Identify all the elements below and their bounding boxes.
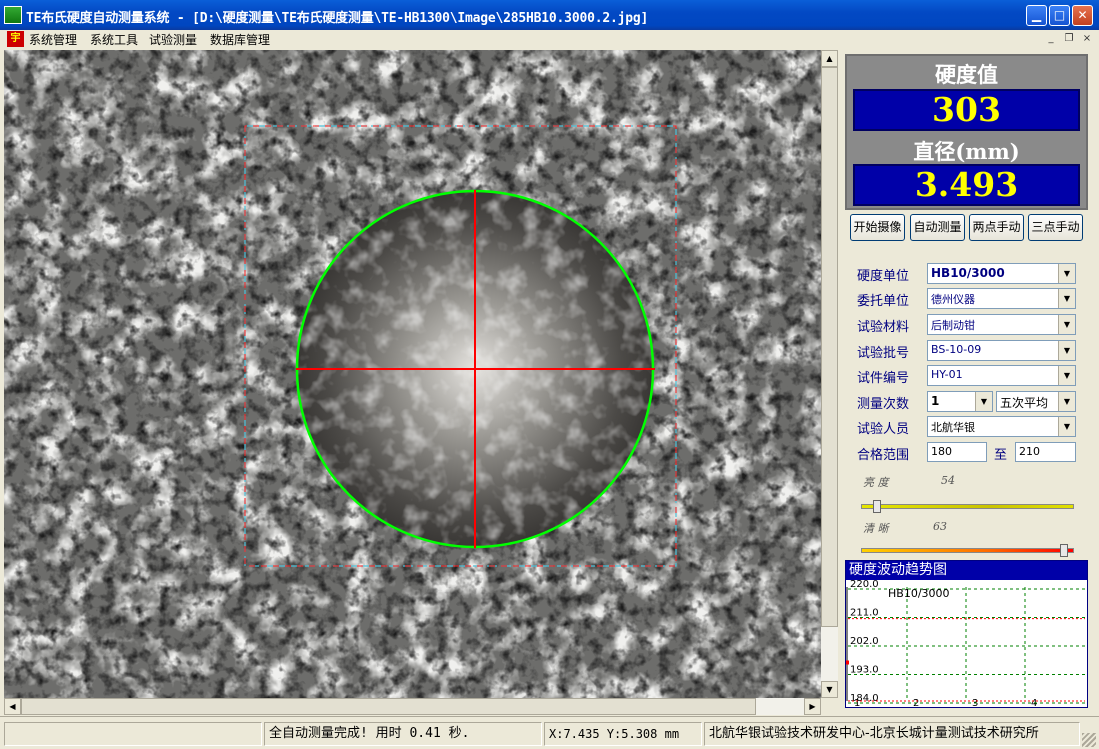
- status-cell-empty: [4, 722, 262, 746]
- batch-value: BS-10-09: [931, 343, 982, 356]
- chevron-down-icon[interactable]: ▼: [975, 392, 992, 411]
- specimen-select[interactable]: HY-01 ▼: [927, 365, 1076, 386]
- clarity-label: 清 晰: [863, 522, 889, 535]
- range-separator: 至: [994, 448, 1008, 463]
- batch-select[interactable]: BS-10-09 ▼: [927, 340, 1076, 361]
- brightness-slider-thumb[interactable]: [873, 500, 882, 513]
- scroll-left-arrow[interactable]: ◀: [4, 698, 21, 715]
- axis-marker: [846, 660, 849, 665]
- chevron-down-icon[interactable]: ▼: [1058, 366, 1075, 385]
- menu-test-measurement[interactable]: 试验测量: [149, 31, 197, 48]
- average-mode-select[interactable]: 五次平均 ▼: [996, 391, 1076, 412]
- batch-label: 试验批号: [857, 346, 910, 361]
- hardness-unit-value: HB10/3000: [931, 266, 1005, 280]
- start-camera-button[interactable]: 开始摄像: [850, 214, 905, 241]
- client-label: 委托单位: [857, 294, 910, 309]
- readout-box: 硬度值 303 直径(mm) 3.493: [845, 54, 1088, 210]
- specimen-label: 试件编号: [857, 371, 910, 386]
- trend-chart: 硬度波动趋势图 1234220.0211.0202.0193.0184.0HB1…: [845, 560, 1088, 708]
- vertical-scroll-thumb[interactable]: [821, 67, 838, 627]
- mdi-close-button[interactable]: ×: [1079, 32, 1095, 46]
- operator-select[interactable]: 北航华银 ▼: [927, 416, 1076, 437]
- menu-system-management[interactable]: 系统管理: [29, 31, 77, 48]
- status-coordinates: X:7.435 Y:5.308 mm: [544, 722, 702, 746]
- count-select[interactable]: 1 ▼: [927, 391, 993, 412]
- y-tick-label: 184.0: [850, 693, 879, 704]
- control-panel: 硬度值 303 直径(mm) 3.493 开始摄像 自动测量 两点手动 三点手动…: [845, 54, 1088, 714]
- mdi-restore-button[interactable]: ❐: [1061, 32, 1077, 46]
- horizontal-scrollbar[interactable]: ◀ ▶: [4, 698, 821, 715]
- y-tick-label: 202.0: [850, 636, 879, 647]
- horizontal-scroll-thumb[interactable]: [21, 698, 756, 715]
- app-icon[interactable]: [4, 6, 22, 24]
- resize-grip[interactable]: [1082, 733, 1096, 747]
- trend-chart-plot: 1234220.0211.0202.0193.0184.0HB10/3000: [846, 580, 1085, 707]
- two-point-manual-button[interactable]: 两点手动: [969, 214, 1024, 241]
- brightness-number: 54: [941, 474, 955, 487]
- y-tick-label: 220.0: [850, 580, 879, 590]
- scroll-down-arrow[interactable]: ▼: [821, 681, 838, 698]
- menu-logo-icon[interactable]: 宇: [7, 31, 24, 47]
- range-max-input[interactable]: 210: [1015, 442, 1076, 462]
- operator-label: 试验人员: [857, 422, 910, 437]
- chevron-down-icon[interactable]: ▼: [1058, 392, 1075, 411]
- count-label: 测量次数: [857, 397, 910, 412]
- chevron-down-icon[interactable]: ▼: [1058, 264, 1075, 283]
- hardness-unit-label: 硬度单位: [857, 269, 910, 284]
- specimen-value: HY-01: [931, 368, 963, 381]
- client-select[interactable]: 德州仪器 ▼: [927, 288, 1076, 309]
- chevron-down-icon[interactable]: ▼: [1058, 417, 1075, 436]
- chevron-down-icon[interactable]: ▼: [1058, 341, 1075, 360]
- diameter-value: 3.493: [853, 164, 1080, 206]
- menu-bar: 宇 系统管理 系统工具 试验测量 数据库管理: [0, 30, 1099, 48]
- scroll-up-arrow[interactable]: ▲: [821, 50, 838, 67]
- average-mode-value: 五次平均: [1000, 396, 1049, 410]
- menu-system-tools[interactable]: 系统工具: [90, 31, 138, 48]
- title-bar[interactable]: TE布氏硬度自动测量系统 - [D:\硬度测量\TE布氏硬度测量\TE-HB13…: [0, 0, 1099, 30]
- y-tick-label: 211.0: [850, 608, 879, 619]
- range-min-input[interactable]: 180: [927, 442, 987, 462]
- material-label: 试验材料: [857, 320, 910, 335]
- window-title: TE布氏硬度自动测量系统 - [D:\硬度测量\TE布氏硬度测量\TE-HB13…: [26, 11, 649, 26]
- mdi-minimize-button[interactable]: _: [1043, 32, 1059, 46]
- operator-value: 北航华银: [931, 421, 975, 434]
- legend-label: HB10/3000: [888, 587, 950, 600]
- status-credit: 北航华银试验技术研发中心-北京长城计量测试技术研究所: [704, 722, 1080, 746]
- microscope-image: [4, 50, 821, 698]
- y-tick-label: 193.0: [850, 665, 879, 676]
- status-message: 全自动测量完成! 用时 0.41 秒.: [264, 722, 542, 746]
- clarity-slider-track[interactable]: [861, 548, 1074, 553]
- vertical-scrollbar[interactable]: ▲ ▼: [821, 50, 838, 698]
- chevron-down-icon[interactable]: ▼: [1058, 315, 1075, 334]
- diameter-label: 直径(mm): [913, 139, 1020, 164]
- material-select[interactable]: 后制动钳 ▼: [927, 314, 1076, 335]
- clarity-number: 63: [933, 520, 947, 533]
- count-value: 1: [931, 394, 940, 408]
- minimize-button[interactable]: ▁: [1026, 5, 1047, 26]
- three-point-manual-button[interactable]: 三点手动: [1028, 214, 1083, 241]
- close-button[interactable]: ✕: [1072, 5, 1093, 26]
- hardness-unit-select[interactable]: HB10/3000 ▼: [927, 263, 1076, 284]
- chevron-down-icon[interactable]: ▼: [1058, 289, 1075, 308]
- hardness-label: 硬度值: [935, 62, 998, 87]
- clarity-slider-thumb[interactable]: [1059, 544, 1068, 557]
- status-bar: 全自动测量完成! 用时 0.41 秒. X:7.435 Y:5.308 mm 北…: [0, 716, 1099, 749]
- image-viewport[interactable]: [4, 50, 821, 698]
- material-value: 后制动钳: [931, 319, 975, 332]
- hardness-value: 303: [853, 89, 1080, 131]
- maximize-button[interactable]: □: [1049, 5, 1070, 26]
- trend-chart-title: 硬度波动趋势图: [846, 561, 1087, 580]
- client-value: 德州仪器: [931, 293, 975, 306]
- range-label: 合格范围: [857, 448, 910, 463]
- brightness-slider-track[interactable]: [861, 504, 1074, 509]
- scroll-right-arrow[interactable]: ▶: [804, 698, 821, 715]
- auto-measure-button[interactable]: 自动测量: [910, 214, 965, 241]
- brightness-label: 亮 度: [863, 476, 889, 489]
- menu-database-management[interactable]: 数据库管理: [210, 31, 270, 48]
